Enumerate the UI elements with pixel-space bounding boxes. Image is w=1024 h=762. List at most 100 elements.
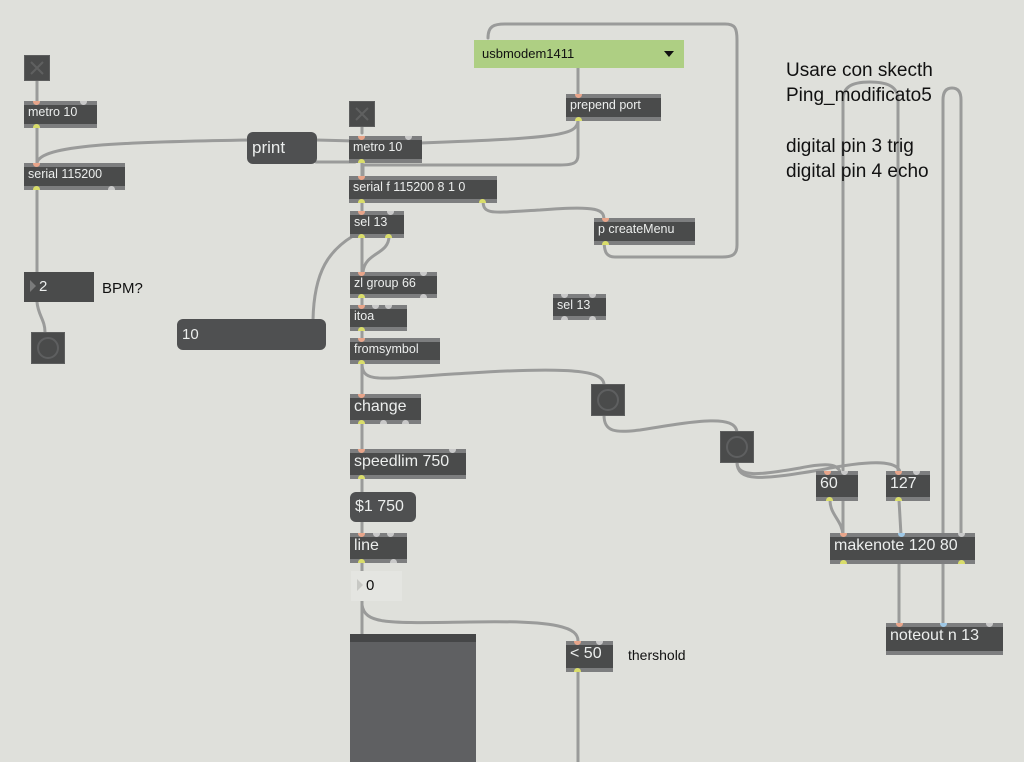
line-message[interactable]: $1 750: [350, 492, 416, 522]
outlet[interactable]: [840, 560, 847, 564]
outlet[interactable]: [479, 199, 486, 203]
velocity-127[interactable]: 127: [886, 471, 930, 501]
outlet[interactable]: [958, 560, 965, 564]
inlet[interactable]: [449, 449, 456, 453]
outlet[interactable]: [575, 117, 582, 121]
bang-middle[interactable]: [591, 384, 625, 416]
outlet[interactable]: [108, 186, 115, 190]
zl-group[interactable]: zl group 66: [350, 272, 437, 298]
outlet[interactable]: [358, 327, 365, 331]
outlet[interactable]: [420, 294, 427, 298]
serial-port-menu[interactable]: usbmodem1411: [474, 40, 684, 68]
outlet[interactable]: [358, 475, 365, 479]
number-value: 0: [366, 577, 375, 594]
inlet[interactable]: [405, 136, 412, 140]
menu-selected-value: usbmodem1411: [482, 46, 575, 61]
message-label: print: [252, 138, 286, 157]
outlet[interactable]: [561, 316, 568, 320]
serial-left[interactable]: serial 115200: [24, 163, 125, 190]
bang-circle-icon: [37, 337, 59, 359]
object-label: itoa: [354, 309, 375, 323]
cord: [360, 361, 606, 387]
object-label: serial 115200: [28, 167, 103, 181]
outlet[interactable]: [602, 241, 609, 245]
object-label: p createMenu: [598, 222, 675, 236]
bang-right[interactable]: [720, 431, 754, 463]
number-value: 2: [39, 278, 48, 295]
sel-13-unconnected[interactable]: sel 13: [553, 294, 606, 320]
outlet[interactable]: [33, 186, 40, 190]
toggle-main[interactable]: [349, 101, 375, 127]
makenote[interactable]: makenote 120 80: [830, 533, 975, 564]
object-label: metro 10: [28, 105, 78, 119]
level-slider[interactable]: [350, 634, 476, 762]
outlet[interactable]: [380, 420, 387, 424]
cord: [35, 138, 252, 165]
dropdown-arrow-icon[interactable]: [664, 51, 674, 57]
inlet[interactable]: [372, 305, 379, 309]
outlet[interactable]: [385, 234, 392, 238]
metro-left[interactable]: metro 10: [24, 101, 97, 128]
line[interactable]: line: [350, 533, 407, 563]
fromsymbol[interactable]: fromsymbol: [350, 338, 440, 364]
serial-main[interactable]: serial f 115200 8 1 0: [349, 176, 497, 203]
inlet[interactable]: [387, 211, 394, 215]
inlet[interactable]: [80, 101, 87, 105]
outlet[interactable]: [358, 559, 365, 563]
outlet[interactable]: [358, 360, 365, 364]
outlet[interactable]: [33, 124, 40, 128]
change[interactable]: change: [350, 394, 421, 424]
object-label: speedlim 750: [354, 453, 450, 470]
number-arrow-icon: [357, 579, 363, 591]
object-label: < 50: [570, 645, 602, 662]
outlet[interactable]: [358, 199, 365, 203]
threshold-comment: thershold: [628, 647, 686, 663]
outlet[interactable]: [402, 420, 409, 424]
inlet[interactable]: [420, 272, 427, 276]
sel-13-main[interactable]: sel 13: [350, 211, 404, 238]
bpm-number-box[interactable]: 2: [24, 272, 94, 302]
ten-message[interactable]: 10: [177, 319, 326, 350]
cord: [828, 498, 845, 537]
object-label: serial f 115200 8 1 0: [353, 180, 466, 194]
object-label: fromsymbol: [354, 342, 419, 356]
object-label: sel 13: [557, 298, 591, 312]
inlet[interactable]: [986, 623, 993, 627]
noteout[interactable]: noteout n 13: [886, 623, 1003, 655]
less-than-compare[interactable]: < 50: [566, 641, 613, 672]
object-label: 127: [890, 475, 917, 492]
inlet[interactable]: [913, 471, 920, 475]
outlet[interactable]: [574, 668, 581, 672]
line-number-box[interactable]: 0: [351, 571, 402, 601]
inlet[interactable]: [387, 533, 394, 537]
outlet[interactable]: [358, 234, 365, 238]
prepend-port[interactable]: prepend port: [566, 94, 661, 121]
inlet[interactable]: [841, 471, 848, 475]
bang-left[interactable]: [31, 332, 65, 364]
patch-cords: [35, 22, 963, 762]
toggle-left[interactable]: [24, 55, 50, 81]
usage-comment-line1: Usare con skecth: [786, 60, 933, 81]
message-label: 10: [182, 326, 199, 343]
object-label: change: [354, 398, 407, 415]
outlet[interactable]: [826, 497, 833, 501]
inlet[interactable]: [385, 305, 392, 309]
outlet[interactable]: [358, 420, 365, 424]
cord: [408, 118, 580, 145]
outlet[interactable]: [895, 497, 902, 501]
pitch-60[interactable]: 60: [816, 471, 858, 501]
outlet[interactable]: [358, 159, 365, 163]
outlet[interactable]: [589, 316, 596, 320]
metro-main[interactable]: metro 10: [349, 136, 422, 163]
message-label: $1 750: [355, 498, 404, 515]
cord: [897, 498, 903, 537]
print-message[interactable]: print: [247, 132, 317, 164]
outlet[interactable]: [390, 559, 397, 563]
itoa[interactable]: itoa: [350, 305, 407, 331]
outlet[interactable]: [358, 294, 365, 298]
inlet[interactable]: [589, 294, 596, 298]
speedlim[interactable]: speedlim 750: [350, 449, 466, 479]
create-menu-subpatch[interactable]: p createMenu: [594, 218, 695, 245]
inlet[interactable]: [958, 533, 965, 537]
pin-echo-comment: digital pin 4 echo: [786, 161, 929, 182]
